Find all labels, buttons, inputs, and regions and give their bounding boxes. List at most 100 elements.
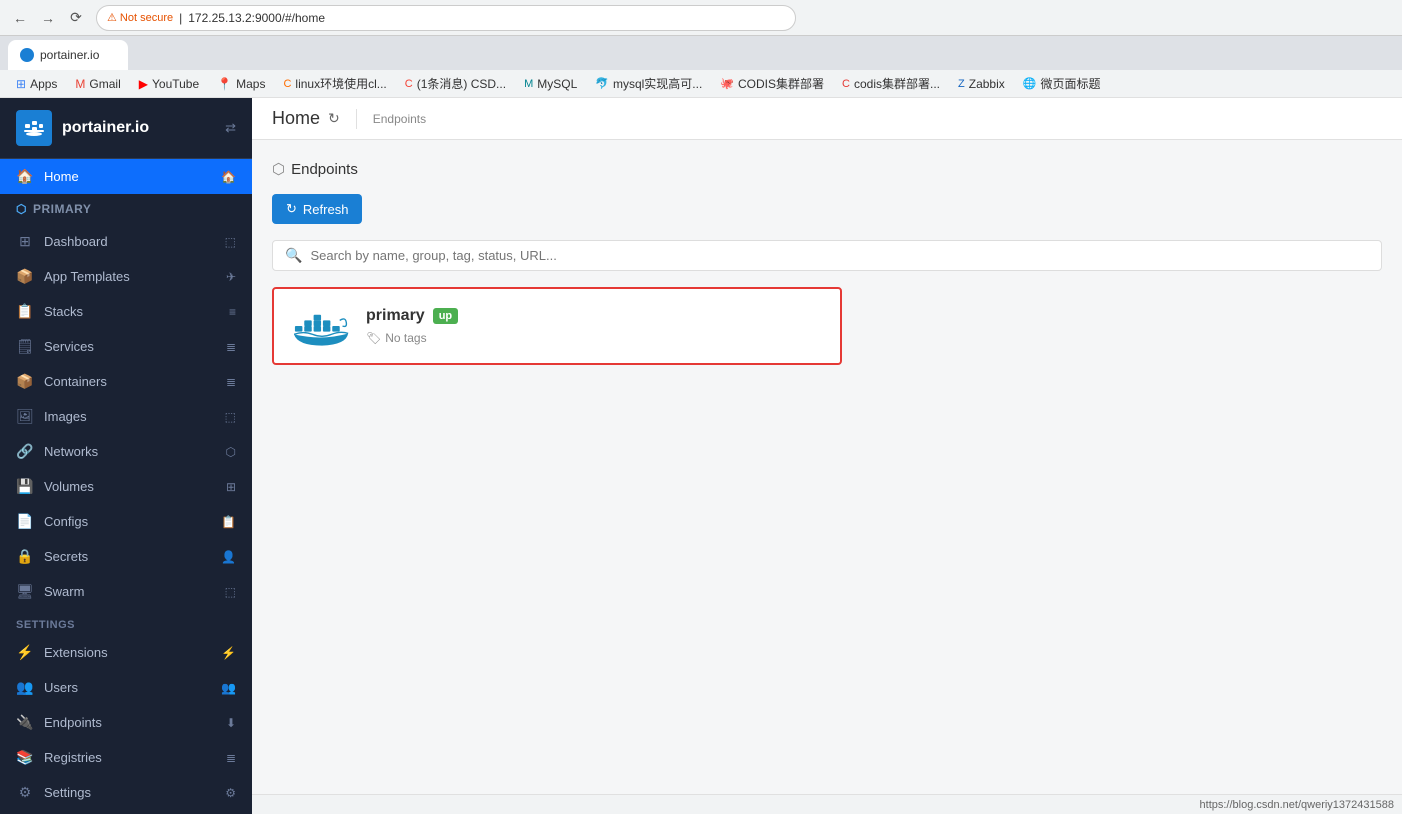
sidebar: portainer.io ⇄ 🏠 Home 🏠 ⬡ PRIMARY ⊞ Dash… bbox=[0, 98, 252, 814]
page-title: Home bbox=[272, 108, 320, 129]
sidebar-item-app-templates[interactable]: 📦 App Templates ✈ bbox=[0, 259, 252, 294]
sidebar-item-home[interactable]: 🏠 Home 🏠 bbox=[0, 159, 252, 194]
sidebar-item-stacks[interactable]: 📋 Stacks ≡ bbox=[0, 294, 252, 329]
registries-icon: 📚 bbox=[16, 749, 34, 766]
bookmark-mysql[interactable]: M MySQL bbox=[516, 74, 585, 94]
bookmark-label: Zabbix bbox=[969, 77, 1005, 91]
tab-favicon bbox=[20, 48, 34, 62]
sidebar-item-label: Registries bbox=[44, 750, 102, 765]
transfer-icon: ⇄ bbox=[225, 120, 236, 136]
bookmark-youtube[interactable]: ▶ YouTube bbox=[131, 74, 207, 94]
volumes-nav-icon: ⊞ bbox=[226, 480, 236, 494]
endpoints-nav-icon: ⬇ bbox=[226, 716, 236, 730]
bookmark-label: Gmail bbox=[89, 77, 120, 91]
secrets-icon: 🔒 bbox=[16, 548, 34, 565]
forward-button[interactable]: → bbox=[36, 6, 60, 30]
bookmark-csdn[interactable]: C (1条消息) CSD... bbox=[397, 72, 514, 95]
logo-icon bbox=[16, 110, 52, 146]
sidebar-item-label: Settings bbox=[44, 785, 91, 800]
sidebar-item-users[interactable]: 👥 Users 👥 bbox=[0, 670, 252, 705]
sidebar-item-swarm[interactable]: 🖥 Swarm ⬚ bbox=[0, 574, 252, 609]
breadcrumb: Endpoints bbox=[373, 112, 426, 126]
bookmark-weipage[interactable]: 🌐 微页面标题 bbox=[1015, 72, 1109, 95]
volumes-icon: 💾 bbox=[16, 478, 34, 495]
services-icon: 🗒 bbox=[16, 338, 34, 355]
sidebar-item-registries[interactable]: 📚 Registries ≣ bbox=[0, 740, 252, 775]
refresh-btn-label: Refresh bbox=[303, 202, 349, 217]
bookmark-gmail[interactable]: M Gmail bbox=[67, 74, 128, 94]
configs-nav-icon: 📋 bbox=[221, 515, 236, 529]
endpoint-tags: 🏷 No tags bbox=[366, 331, 820, 345]
sidebar-item-endpoints[interactable]: 🔌 Endpoints ⬇ bbox=[0, 705, 252, 740]
templates-icon: 📦 bbox=[16, 268, 34, 285]
sidebar-item-secrets[interactable]: 🔒 Secrets 👤 bbox=[0, 539, 252, 574]
bookmark-label: Apps bbox=[30, 77, 57, 91]
home-icon: 🏠 bbox=[16, 168, 34, 185]
bookmark-apps[interactable]: ⊞ Apps bbox=[8, 74, 65, 94]
address-text: 172.25.13.2:9000/#/home bbox=[188, 11, 325, 25]
active-tab[interactable]: portainer.io bbox=[8, 40, 128, 70]
status-badge: up bbox=[433, 308, 458, 324]
sidebar-item-label: Users bbox=[44, 680, 78, 695]
endpoint-name: primary up bbox=[366, 307, 820, 325]
bookmark-codis2[interactable]: C codis集群部署... bbox=[834, 72, 948, 95]
sidebar-item-dashboard[interactable]: ⊞ Dashboard ⬚ bbox=[0, 224, 252, 259]
swarm-nav-icon: ⬚ bbox=[225, 585, 236, 599]
primary-label: PRIMARY bbox=[33, 202, 91, 216]
header-refresh-icon[interactable]: ↻ bbox=[328, 110, 340, 127]
back-button[interactable]: ← bbox=[8, 6, 32, 30]
search-input[interactable] bbox=[310, 248, 1369, 263]
bookmark-label: 微页面标题 bbox=[1040, 75, 1100, 92]
dashboard-icon: ⊞ bbox=[16, 233, 34, 250]
sidebar-item-images[interactable]: 🖼 Images ⬚ bbox=[0, 399, 252, 434]
endpoint-card[interactable]: primary up 🏷 No tags bbox=[272, 287, 842, 365]
refresh-button[interactable]: ↻ Refresh bbox=[272, 194, 362, 224]
sidebar-item-configs[interactable]: 📄 Configs 📋 bbox=[0, 504, 252, 539]
primary-dot: ⬡ bbox=[16, 202, 27, 216]
sidebar-item-settings[interactable]: ⚙ Settings ⚙ bbox=[0, 775, 252, 810]
settings-section-label: SETTINGS bbox=[0, 609, 252, 635]
search-bar: 🔍 bbox=[272, 240, 1382, 271]
bookmark-linux[interactable]: C linux环境使用cl... bbox=[275, 72, 394, 95]
security-warning: ⚠ Not secure bbox=[107, 11, 173, 24]
reload-button[interactable]: ⟳ bbox=[64, 6, 88, 30]
bookmark-maps[interactable]: 📍 Maps bbox=[209, 74, 273, 94]
networks-nav-icon: ⬡ bbox=[226, 445, 236, 459]
endpoint-tags-text: No tags bbox=[385, 331, 426, 345]
sidebar-item-containers[interactable]: 📦 Containers ≣ bbox=[0, 364, 252, 399]
sidebar-item-label: Extensions bbox=[44, 645, 108, 660]
bookmark-label: MySQL bbox=[537, 77, 577, 91]
networks-icon: 🔗 bbox=[16, 443, 34, 460]
bookmark-mysql2[interactable]: 🐬 mysql实现高可... bbox=[587, 72, 710, 95]
templates-nav-icon: ✈ bbox=[226, 270, 236, 284]
sidebar-item-label: Swarm bbox=[44, 584, 84, 599]
sidebar-item-extensions[interactable]: ⚡ Extensions ⚡ bbox=[0, 635, 252, 670]
sidebar-item-label: Dashboard bbox=[44, 234, 108, 249]
section-icon: ⬡ bbox=[272, 160, 285, 178]
status-url: https://blog.csdn.net/qweriy1372431588 bbox=[1200, 799, 1394, 811]
sidebar-item-services[interactable]: 🗒 Services ≣ bbox=[0, 329, 252, 364]
sidebar-item-networks[interactable]: 🔗 Networks ⬡ bbox=[0, 434, 252, 469]
header-divider bbox=[356, 109, 357, 129]
configs-icon: 📄 bbox=[16, 513, 34, 530]
sidebar-item-label: Services bbox=[44, 339, 94, 354]
bookmark-label: Maps bbox=[236, 77, 265, 91]
bookmark-label: linux环境使用cl... bbox=[295, 75, 386, 92]
images-icon: 🖼 bbox=[16, 408, 34, 425]
status-bar: https://blog.csdn.net/qweriy1372431588 bbox=[252, 794, 1402, 814]
bookmark-codis[interactable]: 🐙 CODIS集群部署 bbox=[712, 72, 832, 95]
bookmark-zabbix[interactable]: Z Zabbix bbox=[950, 74, 1013, 94]
sidebar-item-label: Stacks bbox=[44, 304, 83, 319]
sidebar-item-label: Containers bbox=[44, 374, 107, 389]
users-nav-icon: 👥 bbox=[221, 681, 236, 695]
browser-toolbar: ← → ⟳ ⚠ Not secure | 172.25.13.2:9000/#/… bbox=[0, 0, 1402, 36]
containers-nav-icon: ≣ bbox=[226, 375, 236, 389]
main-header: Home ↻ Endpoints bbox=[252, 98, 1402, 140]
address-bar[interactable]: ⚠ Not secure | 172.25.13.2:9000/#/home bbox=[96, 5, 796, 31]
sidebar-item-volumes[interactable]: 💾 Volumes ⊞ bbox=[0, 469, 252, 504]
app-container: portainer.io ⇄ 🏠 Home 🏠 ⬡ PRIMARY ⊞ Dash… bbox=[0, 98, 1402, 814]
logo-text: portainer.io bbox=[62, 119, 149, 137]
images-nav-icon: ⬚ bbox=[225, 410, 236, 424]
sidebar-item-label: Networks bbox=[44, 444, 98, 459]
docker-logo bbox=[294, 305, 350, 347]
